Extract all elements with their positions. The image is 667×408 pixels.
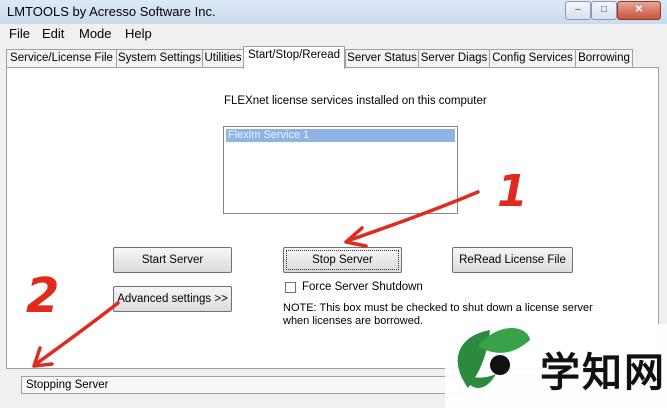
annotation-arrow-1 (344, 190, 480, 248)
tab-start-stop-reread[interactable]: Start/Stop/Reread (243, 46, 345, 69)
annotation-number-1: 1 (497, 166, 528, 217)
annotation-number-2: 2 (26, 268, 59, 324)
